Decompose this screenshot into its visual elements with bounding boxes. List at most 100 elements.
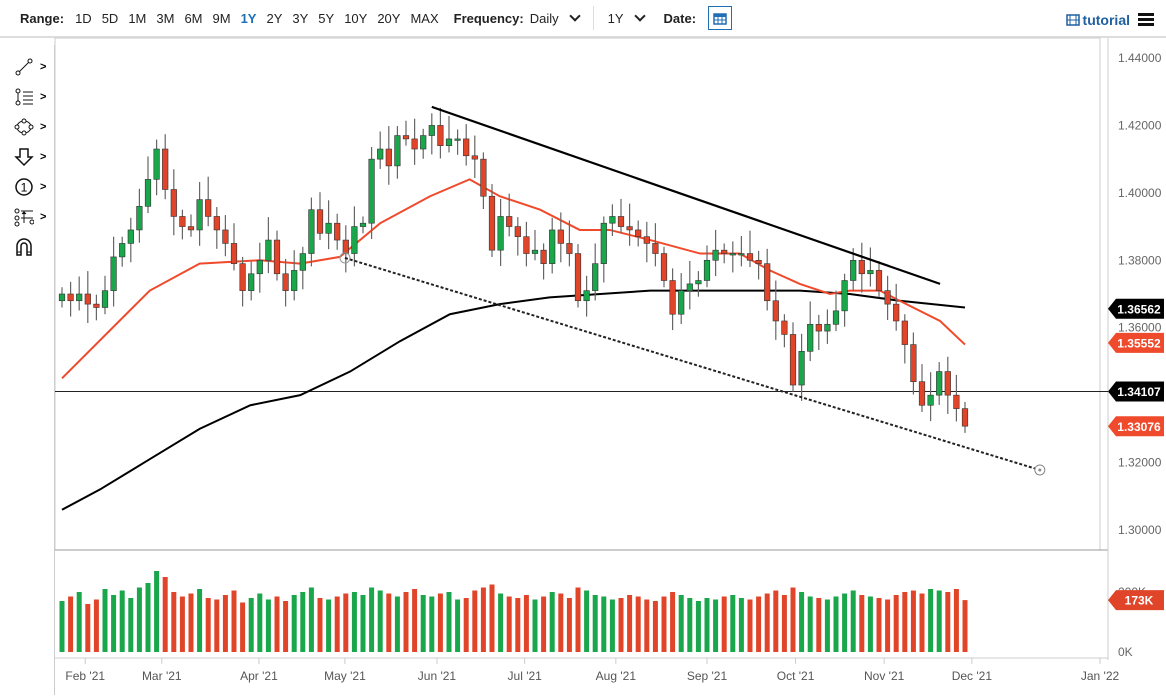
candle[interactable] — [445, 115, 453, 153]
candle[interactable] — [772, 280, 779, 340]
candle[interactable] — [807, 301, 814, 362]
candle[interactable] — [824, 309, 831, 344]
candle[interactable] — [789, 322, 797, 392]
candle[interactable] — [437, 107, 444, 159]
candle[interactable] — [93, 294, 100, 321]
candle[interactable] — [342, 225, 349, 273]
candle[interactable] — [119, 236, 126, 267]
candle[interactable] — [798, 333, 805, 401]
candle[interactable] — [377, 131, 384, 169]
candle[interactable] — [669, 268, 676, 331]
candle[interactable] — [187, 214, 195, 237]
candle[interactable] — [617, 198, 625, 234]
candle[interactable] — [901, 314, 908, 364]
candle[interactable] — [420, 128, 427, 159]
candle[interactable] — [170, 169, 177, 236]
candle[interactable] — [927, 372, 934, 422]
candle[interactable] — [729, 241, 736, 273]
candle[interactable] — [368, 147, 375, 240]
candle[interactable] — [58, 287, 66, 308]
candle[interactable] — [815, 314, 822, 350]
candle[interactable] — [703, 245, 711, 288]
candle[interactable] — [746, 230, 754, 268]
candle[interactable] — [626, 203, 633, 246]
candle[interactable] — [428, 113, 435, 155]
candle[interactable] — [918, 364, 926, 412]
candle[interactable] — [351, 206, 358, 267]
candle[interactable] — [67, 281, 74, 317]
candle[interactable] — [893, 283, 900, 331]
candle[interactable] — [162, 134, 169, 200]
candle[interactable] — [738, 236, 745, 267]
candle[interactable] — [764, 248, 771, 311]
candle[interactable] — [454, 129, 461, 155]
candle[interactable] — [411, 118, 418, 165]
candle[interactable] — [574, 244, 582, 308]
candle[interactable] — [884, 275, 891, 320]
candle[interactable] — [961, 401, 969, 433]
candle[interactable] — [531, 229, 539, 261]
candle[interactable] — [695, 271, 702, 297]
upper-trendline[interactable] — [431, 105, 941, 285]
candle[interactable] — [273, 230, 281, 281]
candle[interactable] — [488, 184, 496, 257]
candle[interactable] — [205, 176, 212, 227]
candle[interactable] — [600, 216, 607, 283]
candle[interactable] — [394, 126, 401, 179]
candle[interactable] — [678, 273, 685, 325]
candle[interactable] — [325, 200, 332, 250]
candle[interactable] — [686, 260, 693, 310]
candle[interactable] — [359, 216, 367, 234]
candle[interactable] — [76, 276, 83, 311]
candle[interactable] — [282, 258, 289, 307]
candle[interactable] — [514, 217, 521, 256]
candle[interactable] — [480, 152, 487, 210]
candle[interactable] — [222, 215, 229, 257]
candle[interactable] — [566, 220, 573, 267]
candle[interactable] — [549, 217, 556, 274]
candle[interactable] — [196, 182, 203, 246]
candle[interactable] — [540, 243, 547, 280]
candle[interactable] — [944, 356, 951, 415]
candle[interactable] — [316, 192, 324, 241]
candle[interactable] — [299, 246, 306, 290]
candle[interactable] — [463, 124, 470, 166]
candle[interactable] — [858, 242, 865, 293]
candle[interactable] — [127, 217, 134, 263]
candle[interactable] — [101, 275, 109, 315]
candle[interactable] — [84, 271, 91, 323]
candle[interactable] — [136, 188, 143, 243]
candle[interactable] — [936, 362, 943, 405]
candle[interactable] — [497, 198, 504, 267]
candle[interactable] — [110, 236, 117, 307]
candle[interactable] — [308, 197, 315, 267]
candle[interactable] — [652, 223, 659, 267]
candle[interactable] — [291, 250, 298, 301]
candle[interactable] — [248, 261, 255, 301]
candle[interactable] — [721, 243, 728, 264]
candle[interactable] — [334, 213, 341, 250]
candle[interactable] — [643, 221, 650, 263]
candle[interactable] — [471, 135, 478, 179]
candle[interactable] — [523, 221, 530, 267]
candle[interactable] — [213, 207, 220, 249]
candle[interactable] — [144, 156, 152, 214]
candle[interactable] — [953, 374, 960, 422]
candle[interactable] — [592, 243, 599, 301]
candle[interactable] — [781, 314, 788, 348]
candle[interactable] — [583, 275, 590, 317]
candle[interactable] — [153, 139, 160, 196]
candle[interactable] — [832, 290, 840, 332]
candle[interactable] — [660, 246, 668, 288]
candle[interactable] — [402, 120, 410, 146]
candle[interactable] — [385, 126, 392, 185]
candle[interactable] — [712, 229, 719, 277]
candle[interactable] — [265, 217, 272, 274]
candle[interactable] — [867, 247, 874, 287]
price-chart[interactable]: 1.440001.420001.400001.380001.360001.340… — [0, 0, 1166, 696]
candle[interactable] — [841, 273, 848, 327]
candle[interactable] — [179, 209, 186, 240]
candle[interactable] — [256, 242, 263, 293]
candle[interactable] — [635, 220, 642, 247]
candle[interactable] — [239, 256, 246, 307]
